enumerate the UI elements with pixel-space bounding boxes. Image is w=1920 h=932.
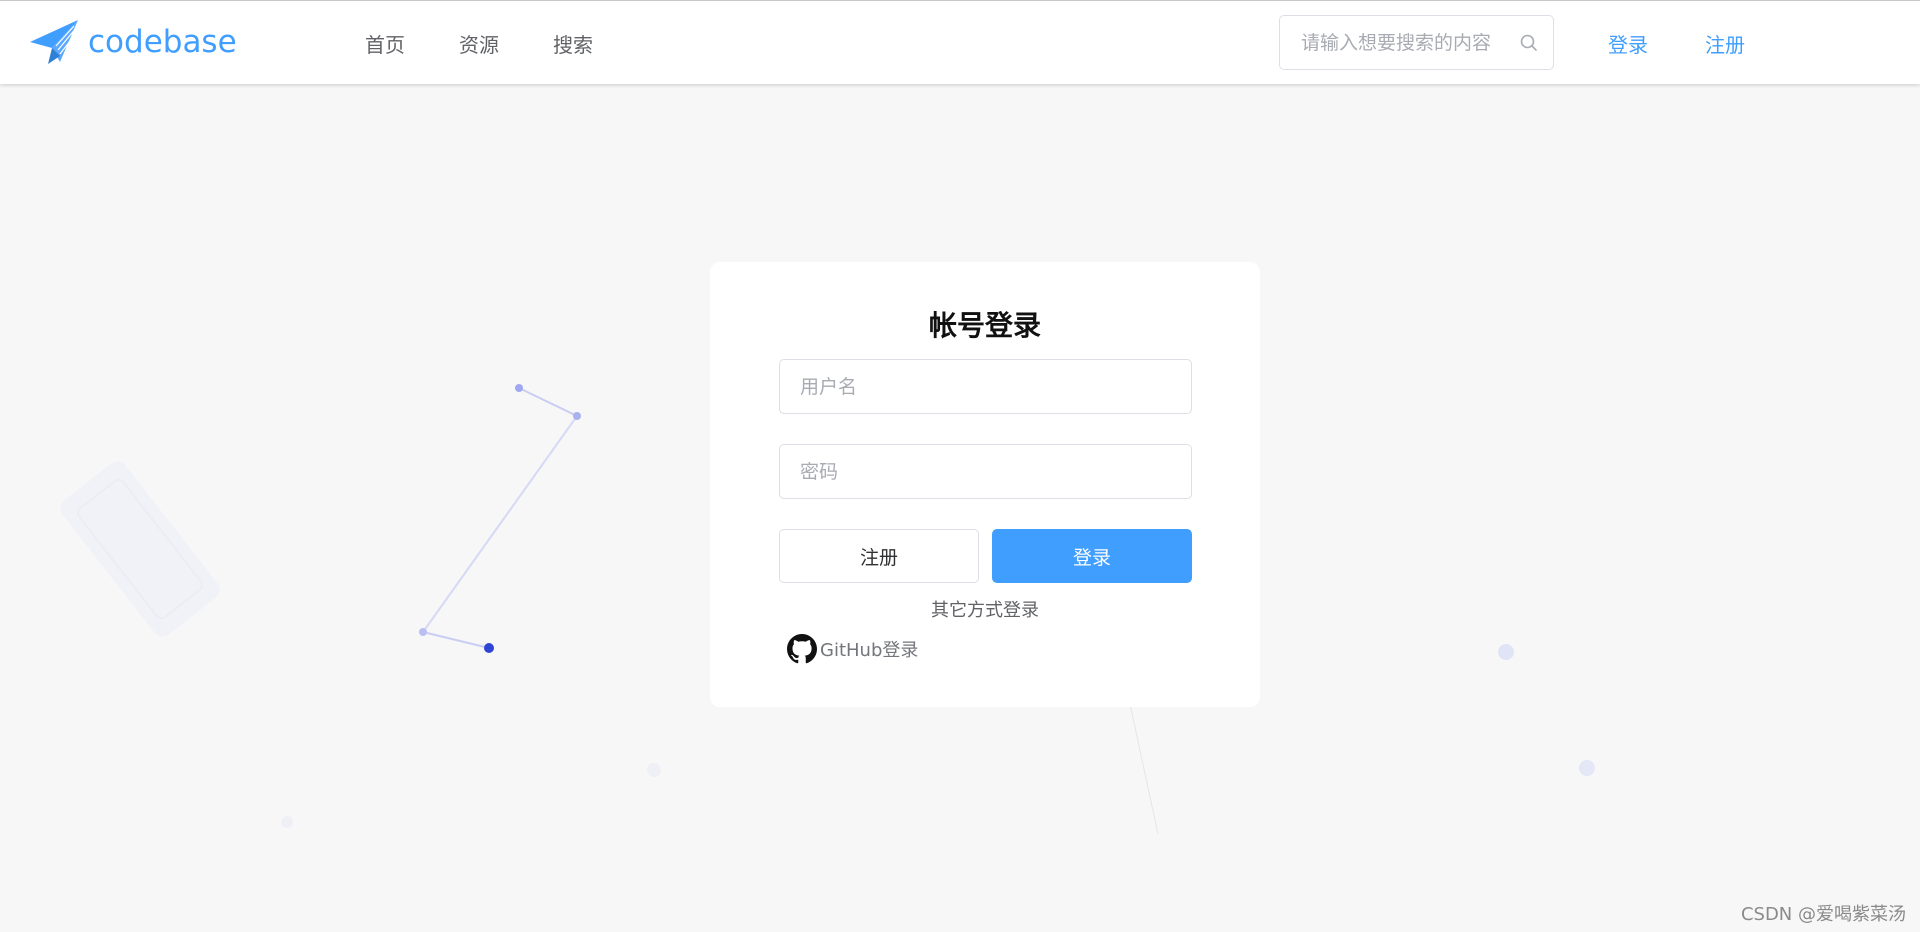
github-icon xyxy=(787,634,817,664)
dot-icon xyxy=(573,412,581,420)
username-input[interactable] xyxy=(780,360,1191,413)
github-login-link[interactable]: GitHub登录 xyxy=(787,634,918,664)
nav-item-home[interactable]: 首页 xyxy=(365,29,405,58)
dot-icon xyxy=(484,643,494,653)
watermark: CSDN @爱喝紫菜汤 xyxy=(1740,904,1906,925)
search-input[interactable] xyxy=(1280,16,1510,69)
login-title: 帐号登录 xyxy=(928,309,1041,342)
username-field-wrapper xyxy=(779,359,1192,414)
login-page: codebase 首页 资源 搜索 登录 注册 帐号登录 注册 登录 其它方式登… xyxy=(0,0,1920,932)
nav-item-resources[interactable]: 资源 xyxy=(459,29,499,58)
password-field-wrapper xyxy=(779,444,1192,499)
register-button[interactable]: 注册 xyxy=(779,529,979,583)
password-input[interactable] xyxy=(780,445,1191,498)
search-icon[interactable] xyxy=(1519,33,1539,53)
faded-device-icon xyxy=(60,461,220,637)
logo-text: codebase xyxy=(88,24,237,60)
main-nav: 首页 资源 搜索 xyxy=(365,1,647,85)
dot-icon xyxy=(281,816,293,828)
github-login-label: GitHub登录 xyxy=(820,640,919,661)
dot-icon xyxy=(647,763,661,777)
login-card: 帐号登录 注册 登录 其它方式登录 GitHub登录 xyxy=(710,262,1260,707)
header-register-link[interactable]: 注册 xyxy=(1705,29,1745,58)
paper-plane-icon xyxy=(30,20,78,64)
header-search xyxy=(1279,15,1554,70)
header-login-link[interactable]: 登录 xyxy=(1608,29,1648,58)
other-login-methods-label: 其它方式登录 xyxy=(931,600,1039,621)
dot-icon xyxy=(515,384,523,392)
dot-icon xyxy=(419,628,427,636)
nav-item-search[interactable]: 搜索 xyxy=(553,29,593,58)
dot-icon xyxy=(1498,644,1514,660)
logo[interactable]: codebase xyxy=(30,17,237,67)
login-button[interactable]: 登录 xyxy=(992,529,1192,583)
dot-icon xyxy=(1579,760,1595,776)
top-header: codebase 首页 资源 搜索 登录 注册 xyxy=(0,0,1920,84)
